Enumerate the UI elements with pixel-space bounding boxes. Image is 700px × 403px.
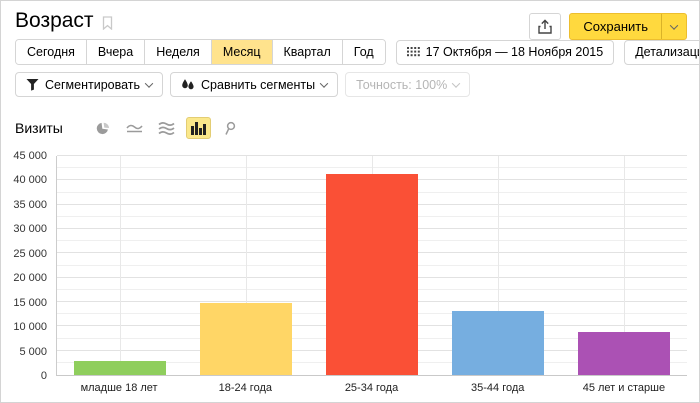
page-title: Возраст <box>15 9 94 33</box>
save-button[interactable]: Сохранить <box>570 14 661 39</box>
tab-today[interactable]: Сегодня <box>16 40 86 64</box>
visits-bar-chart: 0 5 000 10 000 15 000 20 000 25 000 30 000 35 0… <box>1 146 699 401</box>
accuracy-label: Точность: 100% <box>356 78 447 92</box>
y-tick-label: 20 000 <box>13 272 47 284</box>
y-tick-label: 25 000 <box>13 248 47 260</box>
map-pin-icon[interactable] <box>218 117 243 139</box>
y-tick-label: 45 000 <box>13 150 47 162</box>
save-split-button: Сохранить <box>569 13 687 40</box>
y-tick-label: 40 000 <box>13 174 47 186</box>
compare-segments-dropdown[interactable]: Сравнить сегменты <box>170 72 338 97</box>
bookmark-icon[interactable] <box>102 16 113 30</box>
metric-row: Визиты <box>15 117 243 139</box>
tab-yesterday[interactable]: Вчера <box>86 40 144 64</box>
detalization-dropdown[interactable]: Детализация: по дням <box>624 40 700 65</box>
date-range-label: 17 Октября — 18 Ноября 2015 <box>426 45 604 59</box>
compare-label: Сравнить сегменты <box>201 78 315 92</box>
area-chart-icon[interactable] <box>154 117 179 139</box>
save-button-label: Сохранить <box>583 19 648 34</box>
x-axis: младше 18 лет 18-24 года 25-34 года 35-44 г… <box>56 382 687 398</box>
save-dropdown-button[interactable] <box>661 14 686 39</box>
x-tick-label: 45 лет и старше <box>583 382 665 394</box>
y-tick-label: 15 000 <box>13 297 47 309</box>
tab-week[interactable]: Неделя <box>144 40 211 64</box>
period-toolbar: Сегодня Вчера Неделя Месяц Квартал Год 1… <box>15 39 700 65</box>
x-tick-label: младше 18 лет <box>81 382 158 394</box>
vertical-gridline <box>120 156 121 375</box>
report-header: Возраст Сохранить <box>15 9 687 40</box>
export-button[interactable] <box>529 13 561 40</box>
chevron-down-icon <box>145 79 153 87</box>
metrica-report-window: Возраст Сохранить <box>0 0 700 403</box>
tab-quarter[interactable]: Квартал <box>272 40 342 64</box>
segment-toolbar: Сегментировать Сравнить сегменты Точност… <box>15 72 470 97</box>
chevron-down-icon <box>670 21 678 29</box>
y-tick-label: 10 000 <box>13 321 47 333</box>
tab-year[interactable]: Год <box>342 40 385 64</box>
y-tick-label: 35 000 <box>13 199 47 211</box>
tab-month[interactable]: Месяц <box>211 40 272 64</box>
funnel-icon <box>26 78 39 91</box>
segment-dropdown[interactable]: Сегментировать <box>15 72 163 97</box>
x-tick-label: 25-34 года <box>345 382 398 394</box>
detalization-label: Детализация: по дням <box>635 45 700 59</box>
y-axis: 05 00010 00015 00020 00025 00030 00035 0… <box>1 156 47 376</box>
x-tick-label: 35-44 года <box>471 382 524 394</box>
segment-label: Сегментировать <box>45 78 140 92</box>
chart-bar[interactable] <box>326 174 418 375</box>
plot-area <box>56 156 687 376</box>
period-tabs: Сегодня Вчера Неделя Месяц Квартал Год <box>15 39 386 65</box>
calendar-icon <box>407 47 420 58</box>
line-chart-icon[interactable] <box>122 117 147 139</box>
chart-type-switcher <box>90 117 243 139</box>
compare-drops-icon <box>181 78 195 91</box>
y-tick-label: 30 000 <box>13 223 47 235</box>
chevron-down-icon <box>452 79 460 87</box>
metric-label: Визиты <box>15 120 63 136</box>
pie-chart-icon[interactable] <box>90 117 115 139</box>
y-tick-label: 0 <box>41 370 47 382</box>
chevron-down-icon <box>320 79 328 87</box>
bar-chart-icon[interactable] <box>186 117 211 139</box>
y-tick-label: 5 000 <box>19 346 47 358</box>
x-tick-label: 18-24 года <box>219 382 272 394</box>
accuracy-dropdown: Точность: 100% <box>345 72 470 97</box>
upload-icon <box>538 19 552 34</box>
chart-bar[interactable] <box>74 361 166 375</box>
chart-bar[interactable] <box>578 332 670 375</box>
chart-bar[interactable] <box>452 311 544 375</box>
date-range-button[interactable]: 17 Октября — 18 Ноября 2015 <box>396 40 615 65</box>
chart-bar[interactable] <box>200 303 292 375</box>
